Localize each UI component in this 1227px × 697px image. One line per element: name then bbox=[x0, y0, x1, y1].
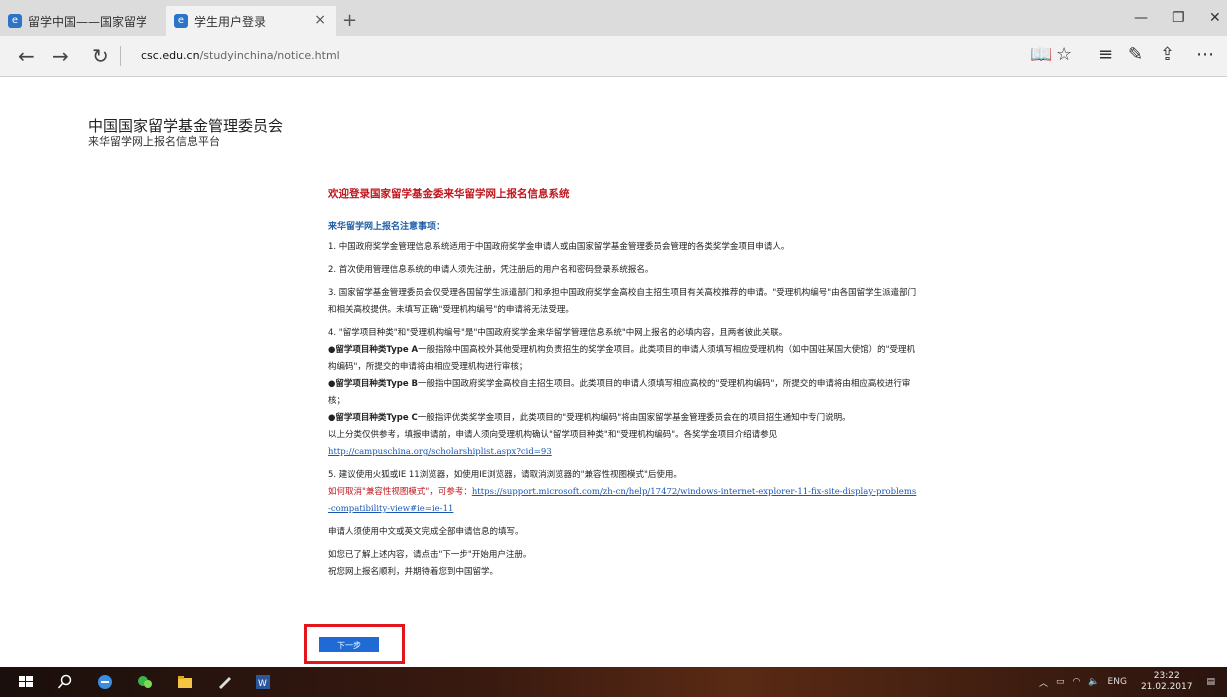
maximize-button[interactable]: ❐ bbox=[1172, 10, 1185, 26]
reference-note: 以上分类仅供参考，填报申请前，申请人须向受理机构确认"留学项目种类"和"受理机构… bbox=[328, 427, 918, 461]
clock[interactable]: 23:22 21.02.2017 bbox=[1141, 671, 1193, 693]
windows-start-icon[interactable] bbox=[18, 674, 34, 690]
chat-app-icon[interactable] bbox=[137, 674, 153, 690]
next-step-note: 如您已了解上述内容，请点击"下一步"开始用户注册。 bbox=[328, 550, 532, 560]
type-a-label: ●留学项目种类Type A bbox=[328, 345, 419, 355]
reading-view-icon[interactable]: 📖 bbox=[1030, 44, 1052, 65]
type-b-item: ●留学项目种类Type B一般指中国政府奖学金高校自主招生项目。此类项目的申请人… bbox=[328, 376, 918, 410]
web-note-icon[interactable]: ✎ bbox=[1128, 44, 1143, 65]
edge-favicon-icon: e bbox=[174, 14, 188, 28]
favorite-star-icon[interactable]: ☆ bbox=[1056, 44, 1072, 65]
notice-item-2: 2. 首次使用管理信息系统的申请人须先注册，凭注册后的用户名和密码登录系统报名。 bbox=[328, 265, 654, 275]
minimize-button[interactable]: — bbox=[1134, 10, 1148, 26]
browser-tab-bar: e 留学中国——国家留学基金! e 学生用户登录 × + — ❐ ✕ bbox=[0, 0, 1227, 36]
address-divider bbox=[120, 46, 121, 66]
web-page: 中国国家留学基金管理委员会 来华留学网上报名信息平台 欢迎登录国家留学基金委来华… bbox=[0, 77, 1227, 667]
battery-icon[interactable]: ▭ bbox=[1056, 677, 1065, 687]
search-icon[interactable] bbox=[57, 674, 73, 690]
volume-icon[interactable]: 🔈 bbox=[1088, 677, 1099, 687]
show-hidden-icons-icon[interactable]: ︿ bbox=[1039, 676, 1048, 689]
url-path: /studyinchina/notice.html bbox=[199, 49, 340, 62]
back-arrow-icon[interactable]: ← bbox=[18, 44, 35, 68]
compat-view-label: 如何取消"兼容性视图模式"，可参考： bbox=[328, 487, 472, 497]
language-note: 申请人须使用中文或英文完成全部申请信息的填写。 bbox=[328, 527, 524, 537]
notice-item-4: 4. "留学项目种类"和"受理机构编号"是"中国政府奖学金来华留学管理信息系统"… bbox=[328, 328, 788, 338]
word-icon[interactable]: W bbox=[255, 674, 271, 690]
share-icon[interactable]: ⇪ bbox=[1160, 44, 1175, 65]
paint-icon[interactable] bbox=[217, 674, 233, 690]
windows-taskbar: W ︿ ▭ ◠ 🔈 ENG 23:22 21.02.2017 ▤ bbox=[0, 667, 1227, 697]
url-field[interactable]: csc.edu.cn/studyinchina/notice.html bbox=[141, 49, 340, 62]
edge-favicon-icon: e bbox=[8, 14, 22, 28]
type-b-label: ●留学项目种类Type B bbox=[328, 379, 419, 389]
edge-icon[interactable] bbox=[97, 674, 113, 690]
forward-arrow-icon[interactable]: → bbox=[52, 44, 69, 68]
type-c-text: 一般指评优类奖学金项目，此类项目的"受理机构编码"将由国家留学基金管理委员会在的… bbox=[417, 413, 851, 423]
wifi-icon[interactable]: ◠ bbox=[1072, 677, 1080, 687]
url-host: csc.edu.cn bbox=[141, 49, 200, 62]
type-c-item: ●留学项目种类Type C一般指评优类奖学金项目，此类项目的"受理机构编码"将由… bbox=[328, 410, 918, 427]
notification-center-icon[interactable]: ▤ bbox=[1206, 677, 1215, 687]
svg-text:W: W bbox=[258, 679, 267, 689]
notice-item-1: 1. 中国政府奖学金管理信息系统适用于中国政府奖学金申请人或由国家留学基金管理委… bbox=[328, 242, 790, 252]
tab-title: 留学中国——国家留学基金! bbox=[28, 14, 146, 29]
tab-title: 学生用户登录 bbox=[194, 14, 267, 29]
type-c-label: ●留学项目种类Type C bbox=[328, 413, 418, 423]
next-step-button[interactable]: 下一步 bbox=[319, 637, 379, 652]
notice-content: 欢迎登录国家留学基金委来华留学网上报名信息系统 来华留学网上报名注意事项： 1.… bbox=[328, 186, 918, 587]
clock-time: 23:22 bbox=[1153, 671, 1180, 681]
address-bar: ← → ↻ csc.edu.cn/studyinchina/notice.htm… bbox=[0, 36, 1227, 77]
refresh-icon[interactable]: ↻ bbox=[92, 44, 109, 68]
new-tab-button[interactable]: + bbox=[342, 10, 357, 31]
language-indicator[interactable]: ENG bbox=[1108, 677, 1127, 687]
close-window-button[interactable]: ✕ bbox=[1209, 10, 1221, 26]
notice-item-3: 3. 国家留学基金管理委员会仅受理各国留学生派遣部门和承担中国政府奖学金高校自主… bbox=[328, 288, 917, 315]
tab-student-login[interactable]: e 学生用户登录 × bbox=[166, 6, 336, 36]
tab-close-icon[interactable]: × bbox=[314, 12, 326, 28]
site-subtitle: 来华留学网上报名信息平台 bbox=[88, 135, 220, 148]
compat-view-note: 如何取消"兼容性视图模式"，可参考：https://support.micros… bbox=[328, 484, 918, 518]
hub-icon[interactable]: ≡ bbox=[1098, 44, 1113, 65]
notice-item-5: 5. 建议使用火狐或IE 11浏览器，如使用IE浏览器，请取消浏览器的"兼容性视… bbox=[328, 470, 682, 480]
more-icon[interactable]: ⋯ bbox=[1196, 44, 1214, 65]
clock-date: 21.02.2017 bbox=[1140, 682, 1193, 692]
type-a-item: ●留学项目种类Type A一般指除中国高校外其他受理机构负责招生的奖学金项目。此… bbox=[328, 342, 918, 376]
welcome-heading: 欢迎登录国家留学基金委来华留学网上报名信息系统 bbox=[328, 188, 570, 200]
system-tray: ︿ ▭ ◠ 🔈 ENG 23:22 21.02.2017 ▤ bbox=[1039, 667, 1215, 697]
scholarship-list-link[interactable]: http://campuschina.org/scholarshiplist.a… bbox=[328, 447, 552, 457]
next-button-highlight: 下一步 bbox=[304, 624, 405, 664]
wish-note: 祝您网上报名顺利，并期待着您到中国留学。 bbox=[328, 567, 499, 577]
tab-csc-home[interactable]: e 留学中国——国家留学基金! bbox=[0, 6, 166, 36]
notice-heading: 来华留学网上报名注意事项： bbox=[328, 222, 446, 232]
reference-text: 以上分类仅供参考，填报申请前，申请人须向受理机构确认"留学项目种类"和"受理机构… bbox=[328, 430, 778, 440]
file-explorer-icon[interactable] bbox=[177, 674, 193, 690]
